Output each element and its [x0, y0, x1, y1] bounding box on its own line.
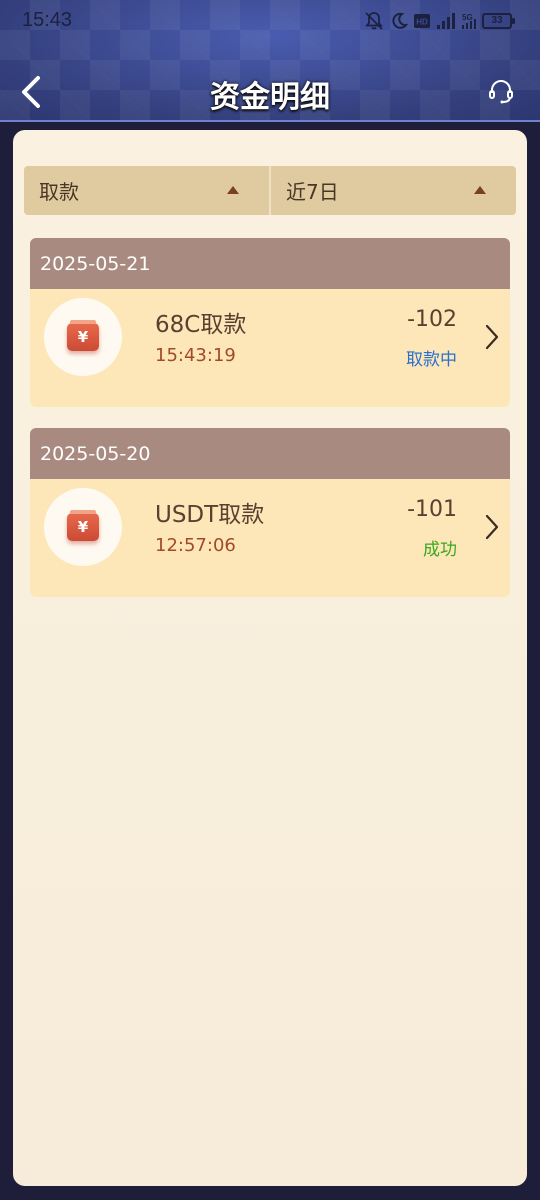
- svg-text:5G: 5G: [462, 13, 473, 22]
- moon-icon: [392, 12, 408, 29]
- chevron-right-icon: [485, 324, 499, 350]
- type-filter-dropdown[interactable]: 取款: [24, 166, 269, 215]
- record-icon-badge: ¥: [44, 298, 122, 376]
- date-group: 2025-05-20 ¥ USDT取款 12:57:06 -101 成功: [30, 428, 510, 597]
- transaction-title: USDT取款: [155, 502, 265, 528]
- transaction-row[interactable]: ¥ USDT取款 12:57:06 -101 成功: [30, 479, 510, 597]
- transaction-time: 15:43:19: [155, 345, 236, 366]
- caret-up-icon: [227, 186, 239, 194]
- wallet-yuan-icon: ¥: [67, 320, 99, 351]
- date-range-filter-label: 近7日: [286, 180, 339, 204]
- type-filter-label: 取款: [39, 180, 79, 204]
- transaction-amount: -101: [407, 497, 457, 522]
- record-icon-badge: ¥: [44, 488, 122, 566]
- headset-icon[interactable]: [486, 76, 516, 106]
- status-time: 15:43: [22, 9, 73, 31]
- filter-bar: 取款 近7日: [24, 166, 516, 215]
- app-header: 15:43 HD 5G 33 资金明细: [0, 0, 540, 122]
- battery-icon: 33: [482, 13, 515, 29]
- transaction-row[interactable]: ¥ 68C取款 15:43:19 -102 取款中: [30, 289, 510, 407]
- transaction-title: 68C取款: [155, 312, 247, 338]
- transaction-amount: -102: [407, 307, 457, 332]
- chevron-right-icon: [485, 514, 499, 540]
- wallet-yuan-icon: ¥: [67, 510, 99, 541]
- signal-5g-icon: 5G: [462, 13, 476, 29]
- bell-off-icon: [365, 12, 383, 30]
- date-group: 2025-05-21 ¥ 68C取款 15:43:19 -102 取款中: [30, 238, 510, 407]
- date-range-filter-dropdown[interactable]: 近7日: [269, 166, 516, 215]
- group-date-header: 2025-05-20: [30, 428, 510, 479]
- status-icons: HD 5G 33: [364, 10, 515, 32]
- svg-text:HD: HD: [416, 18, 428, 27]
- status-bar: 15:43 HD 5G 33: [0, 0, 540, 42]
- page-title: 资金明细: [210, 80, 330, 115]
- transaction-time: 12:57:06: [155, 535, 236, 556]
- transactions-card: 取款 近7日 2025-05-21 ¥ 68C取款 15:43:19 -102 …: [13, 130, 527, 1186]
- signal-icon: [437, 13, 455, 29]
- group-date-header: 2025-05-21: [30, 238, 510, 289]
- transaction-status: 取款中: [406, 350, 457, 370]
- transaction-status: 成功: [423, 540, 457, 560]
- caret-up-icon: [474, 186, 486, 194]
- hd-icon: HD: [414, 14, 430, 28]
